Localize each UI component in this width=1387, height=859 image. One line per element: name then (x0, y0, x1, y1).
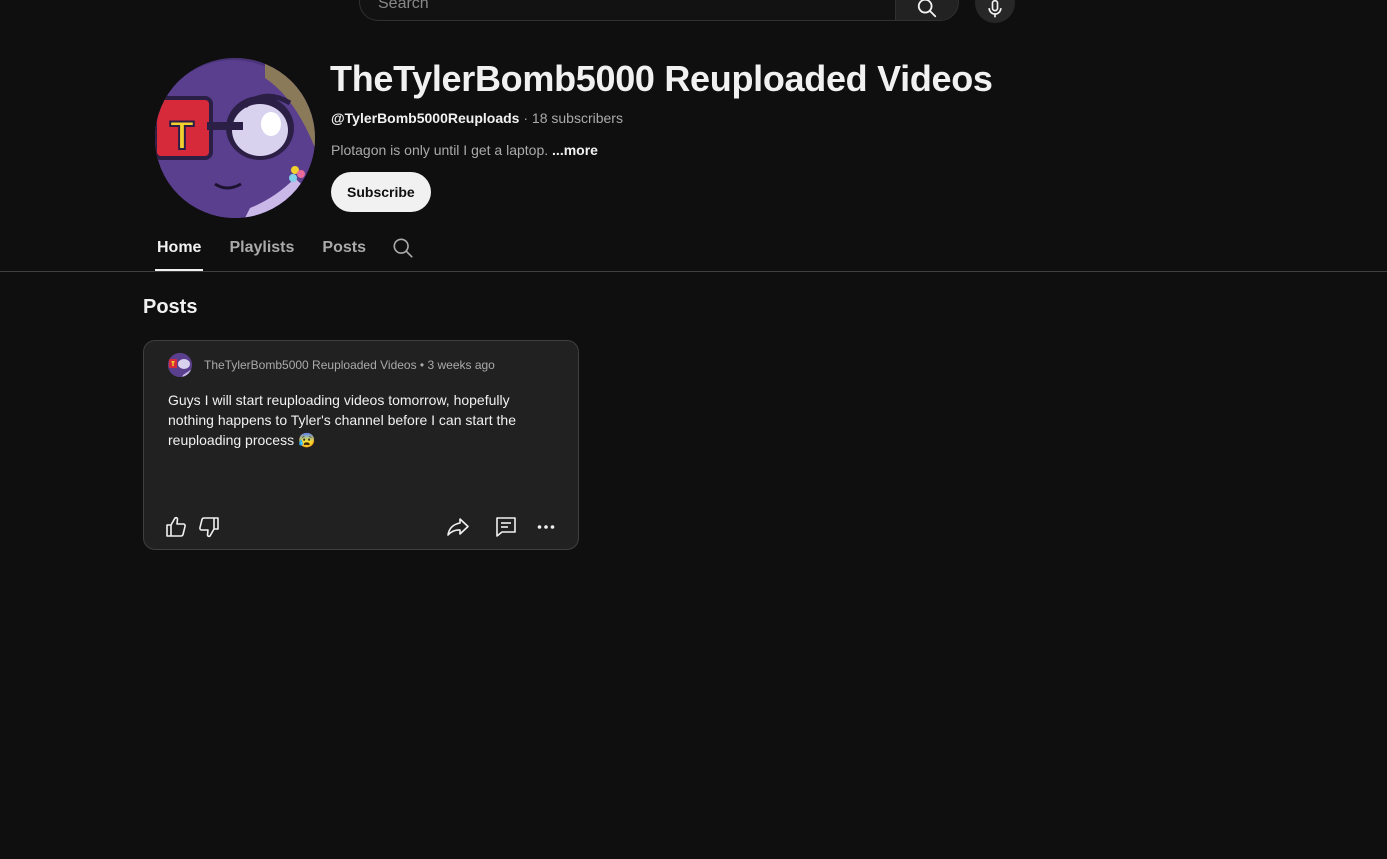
channel-meta: @TylerBomb5000Reuploads · 18 subscribers (331, 110, 623, 126)
search-box[interactable] (359, 0, 895, 24)
tab-playlists[interactable]: Playlists (227, 232, 296, 270)
subscriber-count: 18 subscribers (531, 110, 623, 126)
search-button[interactable] (895, 0, 959, 21)
more-link[interactable]: ...more (552, 142, 598, 158)
meta-separator: · (519, 110, 532, 126)
subscribe-button[interactable]: Subscribe (331, 172, 431, 212)
thumbs-up-icon (166, 516, 186, 537)
channel-avatar[interactable]: T (155, 58, 315, 218)
voice-search-button[interactable] (975, 0, 1015, 23)
more-icon (537, 525, 555, 529)
section-title: Posts (143, 296, 198, 318)
post-author[interactable]: TheTylerBomb5000 Reuploaded Videos (204, 358, 417, 372)
post-meta: TheTylerBomb5000 Reuploaded Videos • 3 w… (204, 358, 495, 372)
comment-button[interactable] (492, 513, 520, 541)
more-actions-button[interactable] (532, 513, 560, 541)
channel-handle: @TylerBomb5000Reuploads (331, 110, 520, 126)
search-input[interactable] (376, 0, 880, 24)
post-author-avatar[interactable] (168, 353, 192, 377)
channel-title: TheTylerBomb5000 Reuploaded Videos (330, 58, 993, 99)
avatar-image: T (155, 58, 315, 218)
search-icon (917, 0, 937, 18)
channel-description[interactable]: Plotagon is only until I get a laptop. .… (331, 142, 598, 158)
avatar-image (168, 353, 192, 377)
channel-search-button[interactable] (392, 237, 414, 264)
mic-icon (988, 0, 1002, 18)
post-meta-separator: • (416, 358, 428, 372)
post-time[interactable]: 3 weeks ago (427, 358, 494, 372)
description-text: Plotagon is only until I get a laptop. (331, 142, 549, 158)
channel-tabs: Home Playlists Posts (155, 232, 413, 272)
search-icon (393, 238, 413, 258)
thumbs-down-icon (199, 517, 219, 538)
post-text: Guys I will start reuploading videos tom… (168, 392, 516, 448)
dislike-button[interactable] (195, 513, 223, 541)
comment-icon (496, 517, 516, 537)
avatar-letter: T (170, 114, 194, 158)
tab-home[interactable]: Home (155, 232, 204, 271)
post-card: TheTylerBomb5000 Reuploaded Videos • 3 w… (143, 340, 579, 550)
share-icon (447, 518, 469, 536)
tabs-divider (0, 271, 1387, 272)
share-button[interactable] (444, 513, 472, 541)
like-button[interactable] (162, 513, 190, 541)
tab-posts[interactable]: Posts (320, 232, 368, 270)
